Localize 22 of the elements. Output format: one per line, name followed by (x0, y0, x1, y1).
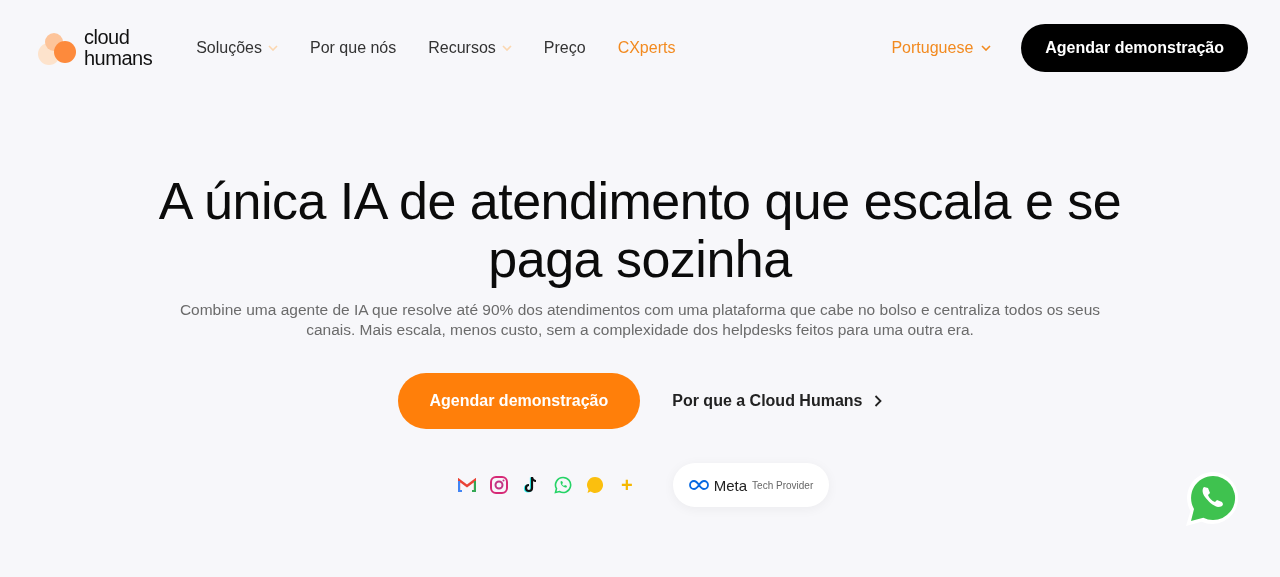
nav-link[interactable]: Recursos (428, 39, 512, 57)
plus-sign: + (620, 473, 633, 497)
phone-bubble-icon (553, 476, 572, 494)
why-link[interactable]: Por que a Cloud Humans (672, 392, 883, 410)
nav-link[interactable]: Soluções (196, 39, 278, 57)
nav-link[interactable]: Por que nós (310, 39, 397, 57)
chat-bubble-icon (585, 476, 604, 494)
music-note-icon (522, 476, 539, 494)
hero-title: A única IA de atendimento que escala e se paga sozinha (157, 172, 1123, 288)
hero-subtitle: Combine uma agente de IA que resolve até 90% dos atendimentos com uma plataforma que cabe no bolso e centraliza todos os seus canais. Mais escala, menos custo, sem a complexidade dos helpdesks feitos para uma outra era. (178, 300, 1102, 340)
demo-button[interactable]: Agendar demonstração (1021, 24, 1248, 72)
chevron-down-icon (268, 45, 278, 51)
mail-icon (457, 478, 476, 492)
logo-wordmark: cloud humans (84, 27, 153, 69)
brand-name: Meta (713, 476, 748, 494)
chevron-down-icon (501, 45, 512, 51)
chevron-right-icon (874, 395, 883, 407)
camera-icon (489, 476, 508, 494)
nav-link[interactable]: Preço (543, 39, 586, 57)
infinity-icon (688, 480, 709, 490)
badge-caption: Tech Provider (752, 479, 814, 491)
chevron-down-icon (981, 45, 992, 51)
